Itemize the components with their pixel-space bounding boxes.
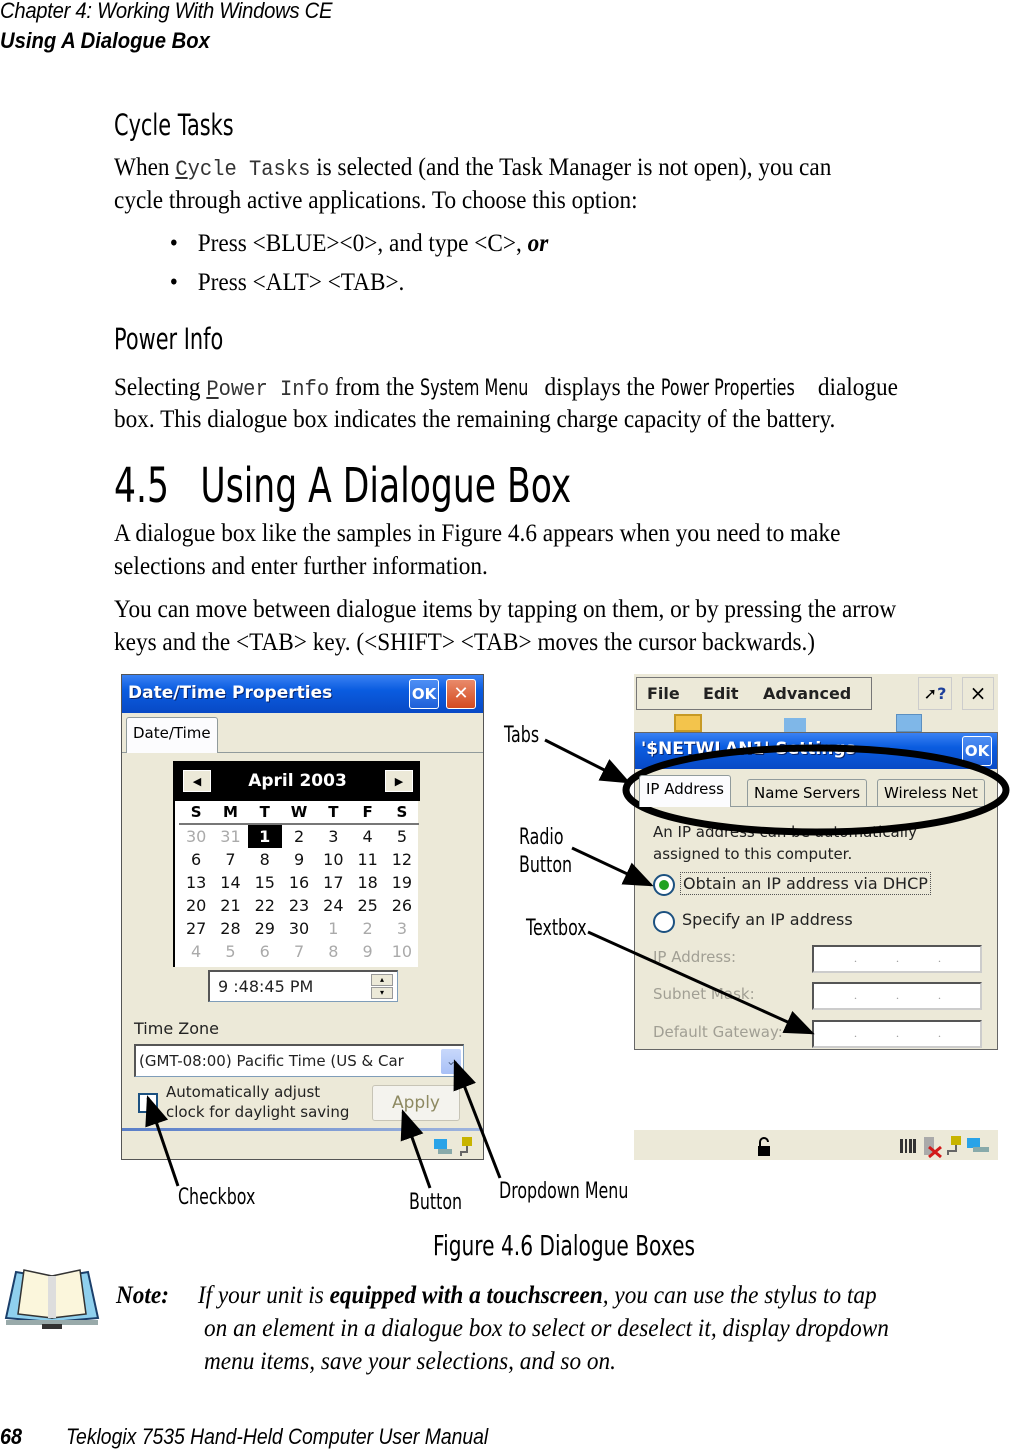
power-info-command: Power Info: [206, 377, 329, 402]
note-line3: menu items, save your selections, and so…: [204, 1348, 616, 1375]
text: displays the: [538, 374, 661, 401]
section-number: 4.5: [114, 458, 169, 514]
callout-dropdown: Dropdown Menu: [499, 1179, 629, 1204]
heading-power-info: Power Info: [114, 322, 224, 356]
power-properties-term: Power Properties: [660, 376, 795, 401]
section-title: Using A Dialogue Box: [200, 458, 572, 514]
section-paragraph-1-line1: A dialogue box like the samples in Figur…: [114, 520, 841, 547]
mnemonic: P: [206, 377, 219, 402]
manual-title: Teklogix 7535 Hand-Held Computer User Ma…: [66, 1424, 489, 1449]
note-label: Note:: [116, 1282, 169, 1309]
dropdown-arrow: [453, 1059, 502, 1179]
radio-arrow: [571, 846, 654, 887]
book-icon: [4, 1269, 100, 1329]
mnemonic: C: [175, 157, 188, 182]
running-header-chapter: Chapter 4: Working With Windows CE: [0, 0, 333, 23]
callout-button: Button: [409, 1190, 463, 1215]
tab-ip-address[interactable]: IP Address: [639, 775, 731, 807]
system-menu-term: System Menu: [420, 376, 529, 401]
text: dialogue: [812, 374, 898, 401]
cycle-tasks-paragraph-line1: When Cycle Tasks is selected (and the Ta…: [114, 151, 831, 186]
checkbox-arrow: [145, 1095, 180, 1187]
bullet-item: • Press <ALT> <TAB>.: [114, 266, 405, 299]
button-arrow: [400, 1109, 432, 1189]
cycle-tasks-paragraph-line2: cycle through active applications. To ch…: [114, 187, 638, 214]
text: Selecting: [114, 374, 207, 401]
power-info-paragraph-line1: Selecting Power Info from the System Men…: [114, 371, 898, 406]
bullet-glyph: •: [169, 269, 178, 296]
note-line2: on an element in a dialogue box to selec…: [204, 1315, 889, 1342]
textbox-arrow: [587, 930, 815, 1035]
note-emphasis: equipped with a touchscreen: [329, 1282, 603, 1309]
text: If your unit is: [197, 1282, 330, 1309]
bullet-glyph: •: [169, 230, 178, 257]
tabs-arrow: [544, 738, 631, 784]
callout-textbox: Textbox: [526, 916, 587, 941]
section-paragraph-1-line2: selections and enter further information…: [114, 553, 488, 580]
bullet-item: • Press <BLUE><0>, and type <C>, or: [114, 227, 548, 260]
text: is selected (and the Task Manager is not…: [310, 154, 832, 181]
page-number: 68: [0, 1424, 23, 1449]
callout-checkbox: Checkbox: [178, 1185, 256, 1210]
running-header-section: Using A Dialogue Box: [0, 28, 210, 53]
bullet-text: Press <BLUE><0>, and type <C>,: [197, 230, 528, 257]
text: When: [114, 154, 176, 181]
text: from the: [329, 374, 421, 401]
section-heading: 4.5 Using A Dialogue Box: [114, 458, 571, 514]
tab-date-time[interactable]: Date/Time: [126, 717, 218, 753]
power-info-paragraph-line2: box. This dialogue box indicates the rem…: [114, 406, 836, 433]
note-line1: Note: If your unit is equipped with a tou…: [116, 1279, 877, 1312]
bullet-emphasis: or: [527, 230, 549, 257]
heading-cycle-tasks: Cycle Tasks: [114, 108, 234, 142]
text: , you can use the stylus to tap: [602, 1282, 877, 1309]
command-rest: ower Info: [218, 377, 330, 402]
command-rest: ycle Tasks: [187, 157, 311, 182]
section-paragraph-2-line2: keys and the <TAB> key. (<SHIFT> <TAB> m…: [114, 629, 816, 656]
callout-radio-line2: Button: [519, 853, 573, 878]
figure-caption: Figure 4.6 Dialogue Boxes: [433, 1229, 696, 1262]
callout-tabs: Tabs: [504, 723, 540, 748]
cycle-tasks-command: Cycle Tasks: [175, 157, 310, 182]
bullet-text: Press <ALT> <TAB>.: [197, 269, 405, 296]
callout-radio-line1: Radio: [519, 825, 564, 850]
section-paragraph-2-line1: You can move between dialogue items by t…: [114, 596, 897, 623]
